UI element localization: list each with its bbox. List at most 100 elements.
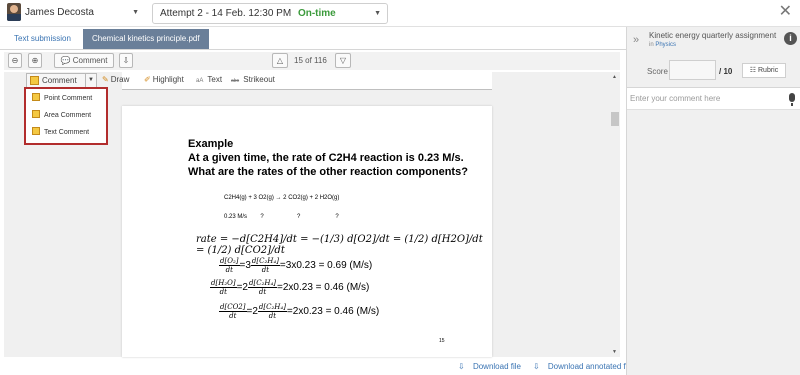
grid-icon: ☷ <box>749 67 757 74</box>
draw-tool[interactable]: ✎ Draw <box>102 73 129 87</box>
fraction: d[H₂O] dt <box>210 279 237 296</box>
zoom-out-button[interactable]: ⊖ <box>8 53 22 68</box>
download-icon: ⇩ <box>532 362 540 371</box>
menu-item-label: Text Comment <box>44 129 90 136</box>
download-annotated-link[interactable]: ⇩ Download annotated file <box>533 362 640 371</box>
student-select[interactable]: James Decosta ▼ <box>25 2 143 24</box>
speech-bubble-icon: 💬 <box>60 56 71 65</box>
comment-dropdown-menu: Point Comment Area Comment Text Comment <box>24 87 108 145</box>
close-icon[interactable]: ✕ <box>779 3 792 21</box>
download-file-label: Download file <box>472 362 521 371</box>
download-file-link[interactable]: ⇩ Download file <box>458 362 527 371</box>
value-h2o: ? <box>335 214 339 220</box>
value-c2h4: 0.23 M/s <box>224 214 248 220</box>
text-label: Text <box>207 75 223 84</box>
viewer-toolbar: ⊖ ⊕ 💬 Comment ⇩ △ 15 of 116 ▽ <box>4 52 620 70</box>
text-tool[interactable]: aA Text <box>196 73 222 88</box>
scroll-down-icon[interactable]: ▼ <box>612 349 617 355</box>
microphone-icon[interactable] <box>789 93 795 106</box>
tab-divider <box>0 49 626 50</box>
comment-tool-label: Comment <box>42 76 77 85</box>
comment-input[interactable]: Enter your comment here <box>627 88 800 110</box>
download-icon: ⇩ <box>458 362 465 371</box>
score-label: Score <box>647 67 668 76</box>
menu-item-label: Point Comment <box>44 95 93 102</box>
submission-tabs: Text submission Chemical kinetics princi… <box>0 29 626 49</box>
attempt-select[interactable]: Attempt 2 - 14 Feb. 12:30 PM On-time ▼ <box>152 3 388 24</box>
comment-placeholder: Enter your comment here <box>630 94 721 103</box>
fraction: d[C₂H₄] dt <box>248 279 278 296</box>
menu-item-area-comment[interactable]: Area Comment <box>32 109 91 123</box>
value-o2: ? <box>260 214 264 220</box>
chevron-down-icon[interactable]: ▼ <box>85 73 96 88</box>
pdf-page: Example At a given time, the rate of C2H… <box>122 106 492 357</box>
tab-text-submission[interactable]: Text submission <box>5 29 80 49</box>
scroll-up-icon[interactable]: ▲ <box>612 74 617 80</box>
strikeout-label: Strikeout <box>243 75 275 84</box>
page-number: 15 <box>439 338 445 344</box>
pencil-icon: ✎ <box>102 75 109 84</box>
reaction-values: 0.23 M/s ? ? ? <box>224 214 339 220</box>
example-question: At a given time, the rate of C2H4 reacti… <box>188 152 468 178</box>
fraction: d[O₂] dt <box>219 257 240 274</box>
grading-panel: » Kinetic energy quarterly assignment in… <box>626 27 800 375</box>
previous-page-button[interactable]: △ <box>272 53 288 68</box>
score-input[interactable] <box>669 60 716 80</box>
value-co2: ? <box>297 214 301 220</box>
o2-rate-line: d[O₂] dt =3 d[C₂H₄] dt =3x0.23 = 0.69 (M/s) <box>219 257 373 274</box>
export-button[interactable]: ⇩ <box>119 53 133 68</box>
score-max: / 10 <box>719 67 733 76</box>
highlight-tool[interactable]: ✐ Highlight <box>144 73 184 87</box>
rate-label: rate <box>196 234 217 245</box>
draw-label: Draw <box>110 75 130 84</box>
avatar <box>7 3 21 21</box>
attempt-label: Attempt 2 - 14 Feb. 12:30 PM <box>160 8 292 19</box>
strikeout-icon: abc <box>231 78 240 84</box>
text-icon: aA <box>196 78 204 84</box>
vertical-scrollbar[interactable]: ▲ ▼ <box>610 72 620 357</box>
fraction: d[C₂H₄] dt <box>257 303 287 320</box>
student-name: James Decosta <box>25 7 94 18</box>
comment-toggle-button[interactable]: 💬 Comment <box>54 53 114 68</box>
assignment-title: Kinetic energy quarterly assignment <box>649 31 777 40</box>
collapse-panel-icon[interactable]: » <box>633 34 639 46</box>
tab-pdf-file[interactable]: Chemical kinetics principle.pdf <box>83 29 209 49</box>
attempt-status: On-time <box>297 8 336 19</box>
comment-icon <box>30 76 39 85</box>
text-comment-icon <box>32 127 40 135</box>
rubric-label: Rubric <box>758 67 779 74</box>
h2o-rate-line: d[H₂O] dt =2 d[C₂H₄] dt =2x0.23 = 0.46 (M/s) <box>210 279 370 296</box>
fraction: d[CO2] dt <box>219 303 247 320</box>
assignment-course-link[interactable]: Physics <box>655 42 676 48</box>
chevron-down-icon: ▼ <box>132 9 139 16</box>
menu-item-label: Area Comment <box>44 112 92 119</box>
scroll-thumb[interactable] <box>611 112 619 126</box>
top-bar: James Decosta ▼ Attempt 2 - 14 Feb. 12:3… <box>0 0 800 27</box>
download-links: ⇩ Download file ⇩ Download annotated file <box>458 362 646 371</box>
co2-rate-line: d[CO2] dt =2 d[C₂H₄] dt =2x0.23 = 0.46 (M/s) <box>219 303 380 320</box>
h2o-rate-result: =2x0.23 = 0.46 (M/s) <box>277 282 370 294</box>
download-annotated-label: Download annotated file <box>547 362 634 371</box>
comment-tool-button[interactable]: Comment ▼ <box>26 73 97 88</box>
chevron-down-icon: ▼ <box>374 10 381 17</box>
info-icon[interactable]: i <box>784 32 797 45</box>
rate-formula: = −d[C2H4]/dt = −(1/3) d[O2]/dt = (1/2) … <box>196 234 483 256</box>
assignment-course: in Physics <box>649 42 676 48</box>
highlight-label: Highlight <box>152 75 184 84</box>
fraction: d[C₂H₄] dt <box>250 257 280 274</box>
strikeout-tool[interactable]: abc Strikeout <box>231 73 275 88</box>
comment-toggle-label: Comment <box>72 56 108 65</box>
menu-item-text-comment[interactable]: Text Comment <box>32 126 89 140</box>
point-comment-icon <box>32 93 40 101</box>
page-counter: 15 of 116 <box>294 56 327 65</box>
zoom-in-button[interactable]: ⊕ <box>28 53 42 68</box>
menu-item-point-comment[interactable]: Point Comment <box>32 92 92 106</box>
rubric-button[interactable]: ☷ Rubric <box>742 63 786 78</box>
assignment-in-label: in <box>649 42 654 48</box>
o2-rate-result: =3x0.23 = 0.69 (M/s) <box>279 260 373 272</box>
rate-expression: rate = −d[C2H4]/dt = −(1/3) d[O2]/dt = (… <box>196 234 492 256</box>
area-comment-icon <box>32 110 40 118</box>
reaction-equation: C2H4(g) + 3 O2(g) → 2 CO2(g) + 2 H2O(g) <box>224 195 340 201</box>
next-page-button[interactable]: ▽ <box>335 53 351 68</box>
co2-rate-result: =2x0.23 = 0.46 (M/s) <box>286 306 380 318</box>
